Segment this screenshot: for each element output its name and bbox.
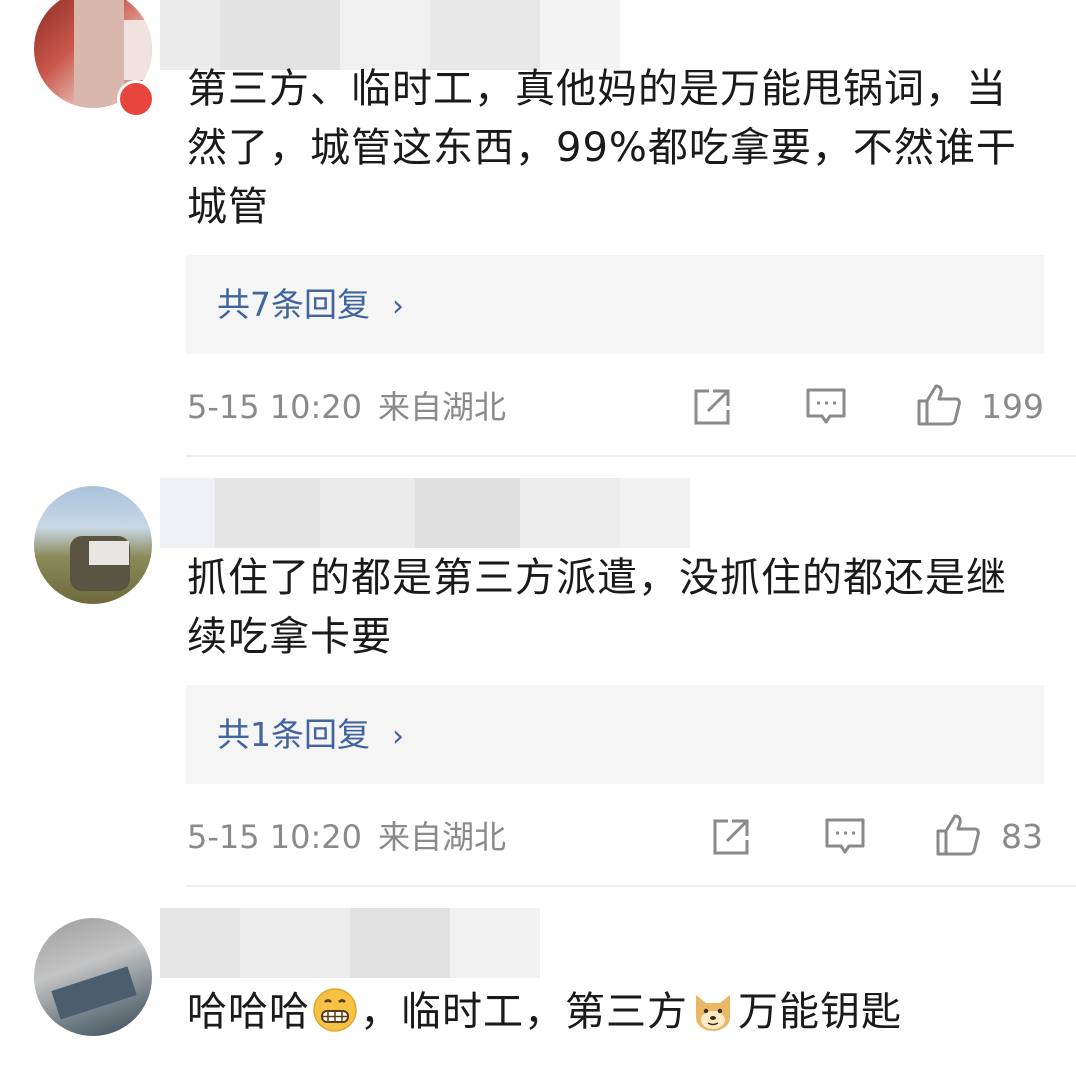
divider: [186, 455, 1076, 457]
avatar-badge: [117, 80, 155, 118]
comment-meta: 5-15 10:20 来自湖北: [187, 817, 506, 857]
reply-box: 共7条回复 ›: [186, 255, 1044, 354]
share-icon[interactable]: [691, 386, 733, 428]
view-replies-link[interactable]: 共7条回复 ›: [217, 255, 404, 356]
reply-box: 共1条回复 ›: [186, 685, 1044, 784]
timestamp: 5-15 10:20: [187, 818, 363, 856]
comment-text: 第三方、临时工，真他妈的是万能甩锅词，当然了，城管这东西，99%都吃拿要，不然谁…: [187, 66, 1017, 230]
comment-meta: 5-15 10:20 来自湖北: [187, 387, 506, 427]
timestamp: 5-15 10:20: [187, 388, 363, 426]
comment-text: 哈哈哈 ，临时工，第三方 万能钥匙: [187, 983, 1047, 1042]
share-icon[interactable]: [710, 816, 752, 858]
comment-text-part: 万能钥匙: [738, 989, 902, 1035]
chevron-right-icon: ›: [392, 719, 404, 754]
username-blurred[interactable]: [160, 478, 690, 548]
comment-text-part: 哈哈哈: [187, 989, 310, 1035]
comment-text: 抓住了的都是第三方派遣，没抓住的都还是继续吃拿卡要: [187, 555, 1007, 660]
avatar[interactable]: [34, 918, 152, 1036]
like-icon[interactable]: [935, 813, 981, 857]
location: 来自湖北: [378, 388, 507, 426]
divider: [186, 885, 1076, 887]
comment-text-part: ，临时工，第三方: [360, 989, 688, 1035]
location: 来自湖北: [378, 818, 507, 856]
comment-icon[interactable]: [805, 386, 847, 428]
grin-emoji: [313, 988, 357, 1032]
view-replies-label: 共7条回复: [217, 285, 370, 324]
chevron-right-icon: ›: [392, 289, 404, 324]
view-replies-label: 共1条回复: [217, 715, 370, 754]
doge-emoji: [696, 995, 730, 1031]
username-blurred[interactable]: [160, 908, 540, 978]
avatar[interactable]: [34, 486, 152, 604]
like-count: 199: [981, 387, 1044, 426]
like-count: 83: [1001, 817, 1043, 856]
view-replies-link[interactable]: 共1条回复 ›: [217, 685, 404, 786]
like-icon[interactable]: [916, 383, 962, 427]
comment-icon[interactable]: [824, 816, 866, 858]
